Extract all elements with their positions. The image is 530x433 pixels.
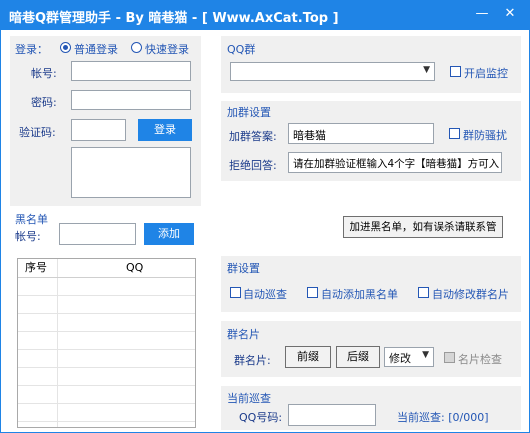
row-divider [18,295,195,296]
patrol-qq-input[interactable] [288,404,376,426]
column-divider [57,259,58,427]
blacklist-notice-button[interactable]: 加进黑名单，如有误杀请联系管 [343,216,503,238]
qq-group-title: QQ群 [227,43,256,56]
group-card-label: 群名片: [234,354,271,367]
card-check-checkbox[interactable] [444,352,455,363]
password-label: 密码: [31,96,57,109]
column-header-index[interactable]: 序号 [25,259,47,277]
row-divider [18,349,195,350]
group-card-title: 群名片 [227,328,260,341]
monitor-label: 开启监控 [464,67,508,80]
reject-input[interactable]: 请在加群验证框输入4个字【暗巷猫】方可入 [288,152,502,173]
radio-quick-login-label: 快速登录 [145,43,189,56]
auto-patrol-label: 自动巡查 [243,288,287,301]
blacklist-title: 黑名单 [15,213,48,226]
row-divider [18,313,195,314]
row-divider [18,403,195,404]
answer-input[interactable]: 暗巷猫 [288,123,434,144]
captcha-input[interactable] [71,119,126,141]
row-divider [18,331,195,332]
card-mode-select[interactable]: 修改 ▼ [384,347,434,367]
auto-rename-checkbox[interactable] [418,287,429,298]
blacklist-add-button[interactable]: 添加 [144,223,194,245]
card-check-label: 名片检查 [458,353,502,366]
patrol-qq-label: QQ号码: [239,411,283,424]
captcha-label: 验证码: [19,126,56,139]
login-button[interactable]: 登录 [138,119,192,141]
reject-label: 拒绝回答: [229,159,277,172]
monitor-checkbox[interactable] [450,66,461,77]
radio-normal-login-label: 普通登录 [74,43,118,56]
card-mode-selected: 修改 [389,352,411,365]
window-title: 暗巷Q群管理助手 - By 暗巷猫 - [ Www.AxCat.Top ] [9,11,339,26]
title-bar: 暗巷Q群管理助手 - By 暗巷猫 - [ Www.AxCat.Top ] — … [1,1,529,30]
auto-blacklist-checkbox[interactable] [307,287,318,298]
app-window: 暗巷Q群管理助手 - By 暗巷猫 - [ Www.AxCat.Top ] — … [0,0,530,433]
column-header-qq[interactable]: QQ [126,259,143,277]
add-group-title: 加群设置 [227,106,271,119]
header-divider [18,277,195,278]
account-label: 帐号: [31,67,57,80]
chevron-down-icon: ▼ [422,350,429,360]
group-settings-title: 群设置 [227,262,260,275]
patrol-progress: 当前巡查: [0/000] [397,411,489,424]
row-divider [18,367,195,368]
radio-normal-login[interactable] [60,42,71,53]
answer-label: 加群答案: [229,130,277,143]
blacklist-account-input[interactable] [59,223,136,245]
row-divider [18,421,195,422]
account-input[interactable] [71,61,191,81]
auto-blacklist-label: 自动添加黑名单 [321,288,398,301]
blacklist-table[interactable]: 序号 QQ [17,258,196,428]
minimize-icon[interactable]: — [473,5,491,23]
prefix-button[interactable]: 前缀 [285,346,331,368]
anti-harass-checkbox[interactable] [449,128,460,139]
suffix-button[interactable]: 后缀 [336,346,380,368]
row-divider [18,385,195,386]
auto-rename-label: 自动修改群名片 [432,288,509,301]
captcha-image [71,147,191,198]
radio-quick-login[interactable] [131,42,142,53]
login-label: 登录： [15,43,48,56]
auto-patrol-checkbox[interactable] [230,287,241,298]
password-input[interactable] [71,90,191,110]
group-settings-panel [221,256,521,312]
close-icon[interactable]: ✕ [501,5,519,23]
patrol-title: 当前巡查 [227,392,271,405]
anti-harass-label: 群防骚扰 [463,129,507,142]
blacklist-account-label: 帐号: [15,230,41,243]
qq-group-select[interactable]: ▼ [230,62,435,81]
chevron-down-icon: ▼ [423,65,430,75]
